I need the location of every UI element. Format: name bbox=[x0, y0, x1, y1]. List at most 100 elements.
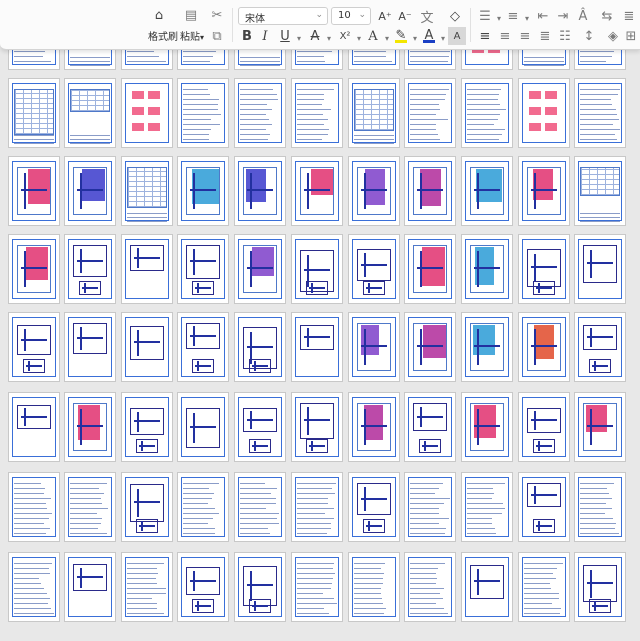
page-thumbnail[interactable] bbox=[64, 392, 116, 462]
align-left-icon[interactable]: ≡ bbox=[476, 27, 494, 45]
page-thumbnail[interactable] bbox=[234, 552, 286, 622]
page-thumbnail[interactable] bbox=[461, 78, 513, 148]
page-thumbnail[interactable] bbox=[177, 472, 229, 542]
page-thumbnail[interactable] bbox=[404, 552, 456, 622]
page-thumbnail[interactable] bbox=[348, 156, 400, 226]
page-thumbnail[interactable] bbox=[348, 78, 400, 148]
shading-icon[interactable]: ◈ bbox=[604, 27, 622, 45]
page-thumbnail[interactable] bbox=[461, 312, 513, 382]
asian-layout-icon[interactable]: Â bbox=[574, 7, 592, 25]
text-direction-icon[interactable]: ⇆ bbox=[598, 7, 616, 25]
page-thumbnail[interactable] bbox=[574, 234, 626, 304]
page-thumbnail[interactable] bbox=[291, 312, 343, 382]
page-thumbnail[interactable] bbox=[121, 312, 173, 382]
page-thumbnail[interactable] bbox=[574, 312, 626, 382]
paste-button[interactable]: 粘贴▾ bbox=[180, 28, 204, 43]
page-thumbnail[interactable] bbox=[461, 552, 513, 622]
page-thumbnail[interactable] bbox=[461, 392, 513, 462]
page-thumbnail[interactable] bbox=[64, 552, 116, 622]
page-thumbnail[interactable] bbox=[518, 472, 570, 542]
page-thumbnail[interactable] bbox=[234, 234, 286, 304]
character-shading-icon[interactable]: A bbox=[448, 27, 466, 45]
page-thumbnail[interactable] bbox=[121, 472, 173, 542]
page-thumbnail[interactable] bbox=[348, 552, 400, 622]
page-thumbnail[interactable] bbox=[574, 392, 626, 462]
page-thumbnail[interactable] bbox=[518, 78, 570, 148]
page-thumbnail[interactable] bbox=[461, 472, 513, 542]
format-painter-button[interactable]: 格式刷 bbox=[148, 28, 178, 43]
bold-icon[interactable]: B bbox=[238, 27, 256, 45]
page-thumbnail[interactable] bbox=[404, 156, 456, 226]
page-thumbnail[interactable] bbox=[64, 312, 116, 382]
cut-icon[interactable]: ✂ bbox=[208, 6, 226, 24]
align-right-icon[interactable]: ≡ bbox=[516, 27, 534, 45]
page-thumbnail[interactable] bbox=[234, 78, 286, 148]
page-thumbnail[interactable] bbox=[574, 472, 626, 542]
italic-icon[interactable]: I bbox=[256, 27, 274, 45]
page-thumbnail[interactable] bbox=[234, 472, 286, 542]
page-thumbnail[interactable] bbox=[8, 552, 60, 622]
copy-icon[interactable]: ⧉ bbox=[208, 27, 226, 45]
increase-indent-icon[interactable]: ⇥ bbox=[554, 7, 572, 25]
change-case-icon[interactable]: 文 bbox=[418, 7, 436, 26]
page-thumbnail[interactable] bbox=[518, 234, 570, 304]
align-center-icon[interactable]: ≡ bbox=[496, 27, 514, 45]
page-thumbnail[interactable] bbox=[574, 156, 626, 226]
page-thumbnail[interactable] bbox=[177, 552, 229, 622]
page-thumbnail[interactable] bbox=[291, 234, 343, 304]
page-thumbnail[interactable] bbox=[574, 78, 626, 148]
page-thumbnail[interactable] bbox=[121, 552, 173, 622]
page-thumbnail[interactable] bbox=[64, 78, 116, 148]
page-thumbnail[interactable] bbox=[8, 312, 60, 382]
paste-dropdown-icon[interactable]: ▾ bbox=[200, 33, 204, 42]
justify-icon[interactable]: ≣ bbox=[536, 27, 554, 45]
page-thumbnail[interactable] bbox=[121, 234, 173, 304]
font-name-select[interactable]: 宋体 ⌄ bbox=[238, 7, 328, 25]
page-thumbnail[interactable] bbox=[121, 156, 173, 226]
page-thumbnail[interactable] bbox=[8, 234, 60, 304]
page-thumbnail[interactable] bbox=[404, 472, 456, 542]
page-thumbnail[interactable] bbox=[404, 392, 456, 462]
page-thumbnail[interactable] bbox=[234, 312, 286, 382]
format-painter-icon[interactable]: ⌂ bbox=[150, 6, 168, 24]
page-thumbnail[interactable] bbox=[291, 78, 343, 148]
page-thumbnail[interactable] bbox=[404, 312, 456, 382]
page-thumbnail[interactable] bbox=[574, 552, 626, 622]
page-thumbnail[interactable] bbox=[121, 78, 173, 148]
page-thumbnail[interactable] bbox=[348, 312, 400, 382]
page-thumbnail[interactable] bbox=[348, 472, 400, 542]
page-thumbnail[interactable] bbox=[64, 472, 116, 542]
paste-icon[interactable]: ▤ bbox=[182, 6, 200, 24]
distributed-icon[interactable]: ☷ bbox=[556, 27, 574, 45]
borders-icon[interactable]: ⊞ bbox=[622, 27, 640, 45]
page-thumbnail[interactable] bbox=[404, 78, 456, 148]
page-thumbnail[interactable] bbox=[177, 312, 229, 382]
page-thumbnail[interactable] bbox=[8, 78, 60, 148]
page-thumbnail[interactable] bbox=[177, 156, 229, 226]
page-thumbnail[interactable] bbox=[461, 156, 513, 226]
page-thumbnail[interactable] bbox=[8, 392, 60, 462]
page-thumbnail[interactable] bbox=[291, 472, 343, 542]
page-thumbnail[interactable] bbox=[177, 392, 229, 462]
page-thumbnail[interactable] bbox=[518, 156, 570, 226]
line-spacing-icon[interactable]: ↕ bbox=[580, 27, 598, 45]
page-thumbnail[interactable] bbox=[8, 472, 60, 542]
page-thumbnail[interactable] bbox=[291, 392, 343, 462]
page-thumbnail[interactable] bbox=[234, 156, 286, 226]
page-thumbnail[interactable] bbox=[348, 234, 400, 304]
page-thumbnail[interactable] bbox=[121, 392, 173, 462]
page-thumbnail[interactable] bbox=[404, 234, 456, 304]
font-size-select[interactable]: 10 ⌄ bbox=[331, 7, 371, 25]
page-thumbnail[interactable] bbox=[177, 78, 229, 148]
page-thumbnail[interactable] bbox=[291, 156, 343, 226]
page-thumbnail[interactable] bbox=[518, 392, 570, 462]
page-thumbnail[interactable] bbox=[518, 552, 570, 622]
page-thumbnail[interactable] bbox=[348, 392, 400, 462]
decrease-indent-icon[interactable]: ⇤ bbox=[534, 7, 552, 25]
page-thumbnail[interactable] bbox=[177, 234, 229, 304]
page-thumbnail[interactable] bbox=[64, 156, 116, 226]
clear-format-icon[interactable]: ◇ bbox=[446, 7, 464, 25]
grow-font-icon[interactable]: A⁺ bbox=[376, 7, 394, 25]
page-thumbnail[interactable] bbox=[64, 234, 116, 304]
page-thumbnail[interactable] bbox=[234, 392, 286, 462]
